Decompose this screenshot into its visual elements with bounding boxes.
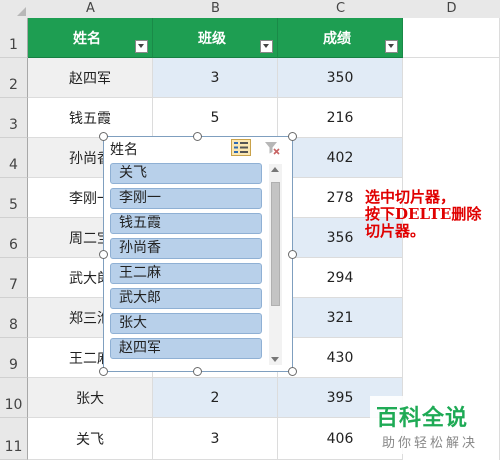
- slicer-item[interactable]: 孙尚香: [110, 238, 262, 259]
- row-header-9[interactable]: 9: [0, 338, 28, 378]
- filter-dropdown-icon[interactable]: [260, 40, 273, 53]
- scroll-down-arrow-icon[interactable]: [271, 357, 279, 362]
- slicer-item[interactable]: 钱五霞: [110, 213, 262, 234]
- watermark-subtitle: 助你轻松解决: [382, 436, 479, 451]
- watermark: 百科全说 助你轻松解决: [370, 396, 494, 454]
- row-header-2[interactable]: 2: [0, 58, 28, 98]
- resize-handle-right[interactable]: [288, 250, 297, 259]
- resize-handle-bottom-right[interactable]: [288, 367, 297, 376]
- row-header-1[interactable]: 1: [0, 18, 28, 58]
- watermark-title: 百科全说: [376, 406, 469, 431]
- header-label-score: 成绩: [323, 30, 351, 47]
- slicer-item[interactable]: 关飞: [110, 163, 262, 184]
- cell-d1[interactable]: [403, 18, 500, 58]
- row-header-3[interactable]: 3: [0, 98, 28, 138]
- filter-dropdown-icon[interactable]: [385, 40, 398, 53]
- resize-handle-left[interactable]: [99, 250, 108, 259]
- header-cell-name[interactable]: 姓名: [28, 18, 153, 58]
- row-header-5[interactable]: 5: [0, 178, 28, 218]
- cell-score[interactable]: 350: [278, 58, 403, 98]
- filter-dropdown-icon[interactable]: [135, 40, 148, 53]
- slicer-item[interactable]: 赵四军: [110, 338, 262, 359]
- cell-class[interactable]: 3: [153, 418, 278, 460]
- annotation-line: 选中切片器，: [365, 188, 456, 206]
- scroll-up-arrow-icon[interactable]: [271, 167, 279, 172]
- resize-handle-bottom-left[interactable]: [99, 367, 108, 376]
- header-label-name: 姓名: [73, 30, 101, 47]
- row-header-4[interactable]: 4: [0, 138, 28, 178]
- resize-handle-bottom[interactable]: [193, 367, 202, 376]
- slicer-scrollbar[interactable]: [269, 164, 282, 365]
- cell-score[interactable]: 321: [278, 298, 403, 338]
- slicer-item[interactable]: 李刚一: [110, 188, 262, 209]
- row-header-10[interactable]: 10: [0, 378, 28, 418]
- column-header-d[interactable]: D: [403, 0, 500, 19]
- slicer-item[interactable]: 张大: [110, 313, 262, 334]
- row-header-8[interactable]: 8: [0, 298, 28, 338]
- instruction-annotation: 选中切片器， 按下DELTE删除 切片器。: [365, 189, 495, 240]
- cell-name[interactable]: 张大: [28, 378, 153, 418]
- cell-class[interactable]: 2: [153, 378, 278, 418]
- resize-handle-top[interactable]: [193, 132, 202, 141]
- scroll-thumb[interactable]: [271, 182, 280, 306]
- resize-handle-top-right[interactable]: [288, 132, 297, 141]
- cell-class[interactable]: 3: [153, 58, 278, 98]
- select-all-corner[interactable]: [0, 0, 29, 19]
- multi-select-icon[interactable]: [231, 139, 251, 156]
- annotation-line: 切片器。: [365, 222, 426, 240]
- cell-score[interactable]: 402: [278, 138, 403, 178]
- header-label-class: 班级: [198, 30, 226, 47]
- cell-name[interactable]: 关飞: [28, 418, 153, 460]
- slicer-title: 姓名: [110, 142, 138, 158]
- header-cell-score[interactable]: 成绩: [278, 18, 403, 58]
- cell-score[interactable]: 294: [278, 258, 403, 298]
- cell-name[interactable]: 赵四军: [28, 58, 153, 98]
- slicer-panel[interactable]: 姓名 关飞 李刚一 钱五霞 孙尚香 王二麻 武大郎 张大 赵四军: [103, 136, 293, 372]
- slicer-item[interactable]: 王二麻: [110, 263, 262, 284]
- column-header-a[interactable]: A: [28, 0, 154, 19]
- clear-filter-icon[interactable]: [262, 139, 282, 156]
- slicer-item[interactable]: 武大郎: [110, 288, 262, 309]
- annotation-line: 按下DELTE删除: [365, 205, 482, 223]
- resize-handle-top-left[interactable]: [99, 132, 108, 141]
- cell-class[interactable]: 5: [153, 98, 278, 138]
- header-cell-class[interactable]: 班级: [153, 18, 278, 58]
- cell-name[interactable]: 钱五霞: [28, 98, 153, 138]
- column-header-b[interactable]: B: [153, 0, 279, 19]
- row-header-6[interactable]: 6: [0, 218, 28, 258]
- row-header-11[interactable]: 11: [0, 418, 28, 460]
- row-header-7[interactable]: 7: [0, 258, 28, 298]
- cell-score[interactable]: 216: [278, 98, 403, 138]
- column-header-c[interactable]: C: [278, 0, 404, 19]
